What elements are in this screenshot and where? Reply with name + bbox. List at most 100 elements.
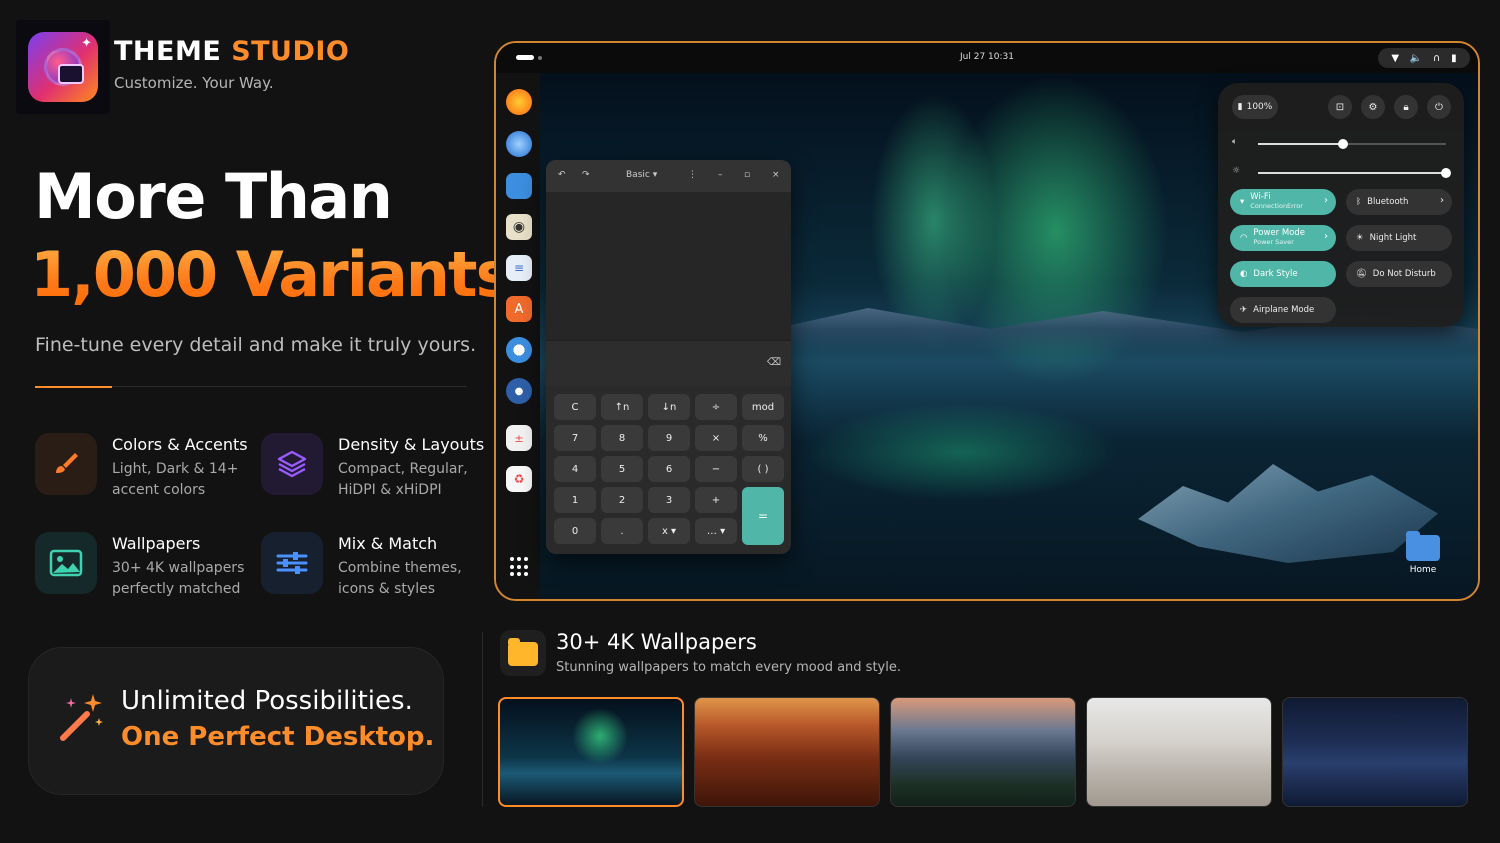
feature-colors-accents: Colors & Accents Light, Dark & 14+ accen… [35,433,265,513]
close-icon[interactable]: × [772,170,780,180]
quick-settings-panel: ▮ 100% ⊡ ⚙ 🔒︎ ⏻ 🔈︎ ☼ ▾ Wi-Fi ConnectionErr… [1218,83,1464,327]
feature-mix-match: Mix & Match Combine themes, icons & styl… [261,532,491,612]
calc-key[interactable]: ↓n [648,394,690,420]
volume-slider-knob[interactable] [1337,139,1348,149]
feature-title: Density & Layouts [338,435,485,454]
rhythmbox-icon[interactable]: ◉ [506,214,532,240]
calc-key[interactable]: ↑n [601,394,643,420]
battery-status[interactable]: ▮ 100% [1232,95,1278,119]
trash-icon[interactable]: ♻ [506,466,532,492]
chevron-right-icon[interactable]: › [1324,231,1328,242]
wallpaper-thumb-night-mountains[interactable] [1282,697,1468,807]
settings-toggle-icon[interactable]: ● [506,378,532,404]
brightness-slider-knob[interactable] [1441,168,1451,178]
firefox-icon[interactable] [506,89,532,115]
screenshot-icon[interactable]: ⊡ [1328,95,1352,119]
brightness-slider[interactable]: ☼ [1232,166,1451,179]
calc-key[interactable]: − [695,456,737,482]
chevron-right-icon[interactable]: › [1324,195,1328,206]
power-mode-icon: ◠ [1240,233,1248,243]
calc-key[interactable]: × [695,425,737,451]
bluetooth-icon: ᛒ [1356,197,1362,207]
night-light-toggle[interactable]: ☀ Night Light [1346,225,1452,251]
airplane-mode-toggle[interactable]: ✈ Airplane Mode [1230,297,1336,323]
dark-style-toggle[interactable]: ◐ Dark Style [1230,261,1336,287]
home-folder-desktop-icon[interactable]: Home [1398,531,1448,581]
headphones-icon: ∩ [1433,52,1441,64]
clock[interactable]: Jul 27 10:31 [496,52,1478,62]
mode-selector[interactable]: Basic ▾ [626,170,657,180]
thunderbird-icon[interactable] [506,131,532,157]
power-icon[interactable]: ⏻ [1427,95,1451,119]
help-icon[interactable] [506,337,532,363]
minimize-icon[interactable]: – [718,170,723,180]
hero-tagline: Fine-tune every detail and make it truly… [35,334,477,356]
calc-key[interactable]: 7 [554,425,596,451]
calculator-app-icon[interactable]: ± [506,425,532,451]
brand-header: ✦ THEME STUDIO Customize. Your Way. [16,20,349,114]
calc-equals-key[interactable]: = [742,487,784,545]
vertical-divider [482,632,483,807]
calc-key[interactable]: ( ) [742,456,784,482]
calc-key[interactable]: 1 [554,487,596,513]
wallpaper-thumb-aurora[interactable] [498,697,684,807]
calc-key[interactable]: ÷ [695,394,737,420]
files-icon[interactable] [506,173,532,199]
theme-studio-logo-icon: ✦ [16,20,110,114]
menu-icon[interactable]: ⋮ [688,170,697,180]
power-mode-toggle[interactable]: ◠ Power Mode Power Saver › [1230,225,1336,251]
calc-key[interactable]: C [554,394,596,420]
hero-line-2: 1,000 Variants [30,238,512,311]
feature-wallpapers: Wallpapers 30+ 4K wallpapers perfectly m… [35,532,265,612]
calc-key[interactable]: … ▾ [695,518,737,544]
redo-icon[interactable]: ↷ [582,170,590,180]
calculator-header: ↶ ↷ Basic ▾ ⋮ – ▫ × [546,160,791,192]
software-center-icon[interactable]: A [506,296,532,322]
bell-off-icon: 🔕︎ [1356,269,1367,279]
image-icon [35,532,97,594]
feature-title: Wallpapers [112,534,201,553]
calculator-history [546,192,791,340]
airplane-icon: ✈ [1240,305,1248,315]
volume-icon: 🔈︎ [1232,137,1238,147]
calc-key[interactable]: 9 [648,425,690,451]
calc-key[interactable]: % [742,425,784,451]
calc-key[interactable]: + [695,487,737,513]
undo-icon[interactable]: ↶ [558,170,566,180]
calc-key[interactable]: mod [742,394,784,420]
system-tray[interactable]: ▼ 🔈 ∩ ▮ [1378,48,1470,68]
wallpapers-subtitle: Stunning wallpapers to match every mood … [556,660,901,675]
wallpaper-thumb-misty-hills[interactable] [890,697,1076,807]
wallpaper-thumb-canyon[interactable] [694,697,880,807]
desktop-preview: Jul 27 10:31 ▼ 🔈 ∩ ▮ ◉ ≡ A ● ± ♻ ↶ ↷ Bas… [494,41,1480,601]
calc-key[interactable]: 6 [648,456,690,482]
battery-icon: ▮ [1237,102,1243,112]
calc-key[interactable]: 0 [554,518,596,544]
bluetooth-toggle[interactable]: ᛒ Bluetooth › [1346,189,1452,215]
wallpaper-thumb-dunes[interactable] [1086,697,1272,807]
top-bar: Jul 27 10:31 ▼ 🔈 ∩ ▮ [496,43,1478,73]
folder-icon [500,630,546,676]
gear-icon[interactable]: ⚙ [1361,95,1385,119]
volume-slider[interactable]: 🔈︎ [1232,137,1450,150]
calc-key[interactable]: 8 [601,425,643,451]
do-not-disturb-toggle[interactable]: 🔕︎ Do Not Disturb [1346,261,1452,287]
calc-key[interactable]: 2 [601,487,643,513]
calc-key[interactable]: 3 [648,487,690,513]
backspace-icon[interactable]: ⌫ [767,357,781,368]
calculator-window: ↶ ↷ Basic ▾ ⋮ – ▫ × ⌫ C ↑n ↓n ÷ mod 7 8 … [546,160,791,554]
feature-description: Light, Dark & 14+ accent colors [112,461,239,498]
brand-title: THEME STUDIO [114,36,350,67]
calc-key[interactable]: 4 [554,456,596,482]
calculator-entry[interactable]: ⌫ [546,340,791,386]
calc-key[interactable]: x ▾ [648,518,690,544]
calc-key[interactable]: 5 [601,456,643,482]
wifi-toggle[interactable]: ▾ Wi-Fi ConnectionError › [1230,189,1336,215]
chevron-right-icon[interactable]: › [1440,195,1444,206]
calc-key[interactable]: . [601,518,643,544]
maximize-icon[interactable]: ▫ [744,170,750,180]
section-divider [35,386,467,388]
app-grid-icon[interactable] [510,557,530,577]
lock-icon[interactable]: 🔒︎ [1394,95,1418,119]
text-editor-icon[interactable]: ≡ [506,255,532,281]
